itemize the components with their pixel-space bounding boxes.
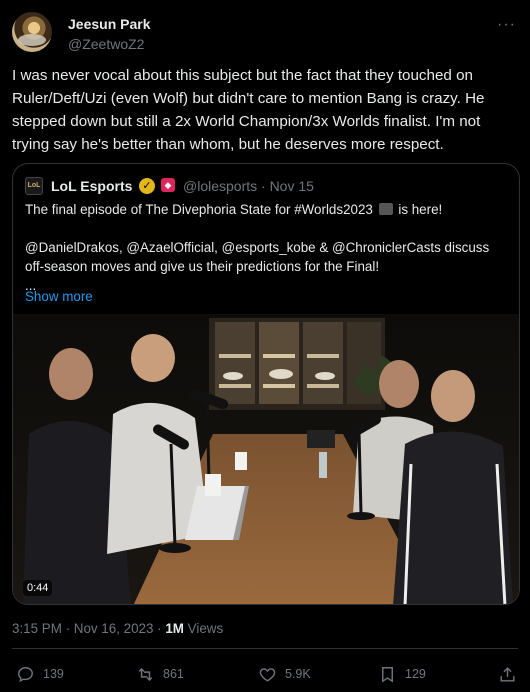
view-count: 1M — [165, 621, 184, 636]
bookmark-button[interactable]: 129 — [378, 664, 426, 684]
divider — [12, 648, 518, 649]
reply-count: 139 — [43, 667, 64, 681]
verified-icon: ✓ — [139, 178, 155, 194]
author-handle[interactable]: @ZeetwoZ2 — [68, 36, 144, 52]
author-name[interactable]: Jeesun Park — [68, 16, 151, 32]
tweet-text: I was never vocal about this subject but… — [12, 67, 485, 153]
wolf-emoji-icon — [378, 203, 393, 215]
retweet-icon — [138, 667, 153, 681]
quoted-line-1b: is here! — [398, 202, 443, 217]
quoted-line-1a: The final episode of The Divephoria Stat… — [25, 202, 373, 217]
views-label: Views — [183, 621, 224, 636]
quoted-line-2: @DanielDrakos, @AzaelOfficial, @esports_… — [25, 240, 490, 274]
affiliate-badge-icon: ◆ — [161, 178, 175, 192]
more-icon[interactable]: ··· — [497, 16, 516, 34]
lol-esports-logo-icon: LoL — [25, 177, 43, 195]
video-duration: 0:44 — [23, 580, 53, 596]
quoted-handle-date: @lolesports · Nov 15 — [183, 178, 314, 194]
show-more-link[interactable]: Show more — [25, 289, 93, 304]
like-button[interactable]: 5.9K — [258, 664, 311, 684]
retweet-count: 861 — [163, 667, 184, 681]
retweet-button[interactable]: 861 — [136, 664, 184, 684]
quoted-tweet-header: LoL LoL Esports ✓ ◆ @lolesports · Nov 15 — [25, 176, 507, 196]
reply-icon — [18, 666, 33, 682]
bookmark-count: 129 — [405, 667, 426, 681]
like-icon — [259, 667, 276, 682]
quoted-tweet-text: The final episode of The Divephoria Stat… — [25, 200, 509, 295]
video-player[interactable]: 0:44 — [13, 314, 519, 604]
share-button[interactable] — [498, 664, 517, 684]
reply-button[interactable]: 139 — [16, 664, 64, 684]
share-icon — [500, 666, 515, 682]
tweet-header: Jeesun Park @ZeetwoZ2 ··· — [12, 10, 518, 54]
tweet-timestamp[interactable]: 3:15 PM · Nov 16, 2023 · — [12, 621, 165, 636]
bookmark-icon — [382, 666, 393, 683]
tweet: Jeesun Park @ZeetwoZ2 ··· I was never vo… — [0, 0, 530, 692]
tweet-meta: 3:15 PM · Nov 16, 2023 · 1M Views — [12, 621, 223, 636]
quoted-author-name[interactable]: LoL Esports — [51, 178, 132, 194]
video-frame — [13, 314, 519, 604]
like-count: 5.9K — [285, 667, 311, 681]
avatar[interactable] — [12, 12, 52, 52]
quoted-tweet[interactable]: LoL LoL Esports ✓ ◆ @lolesports · Nov 15… — [12, 163, 520, 605]
action-bar: 139 861 5.9K 129 — [12, 660, 518, 688]
